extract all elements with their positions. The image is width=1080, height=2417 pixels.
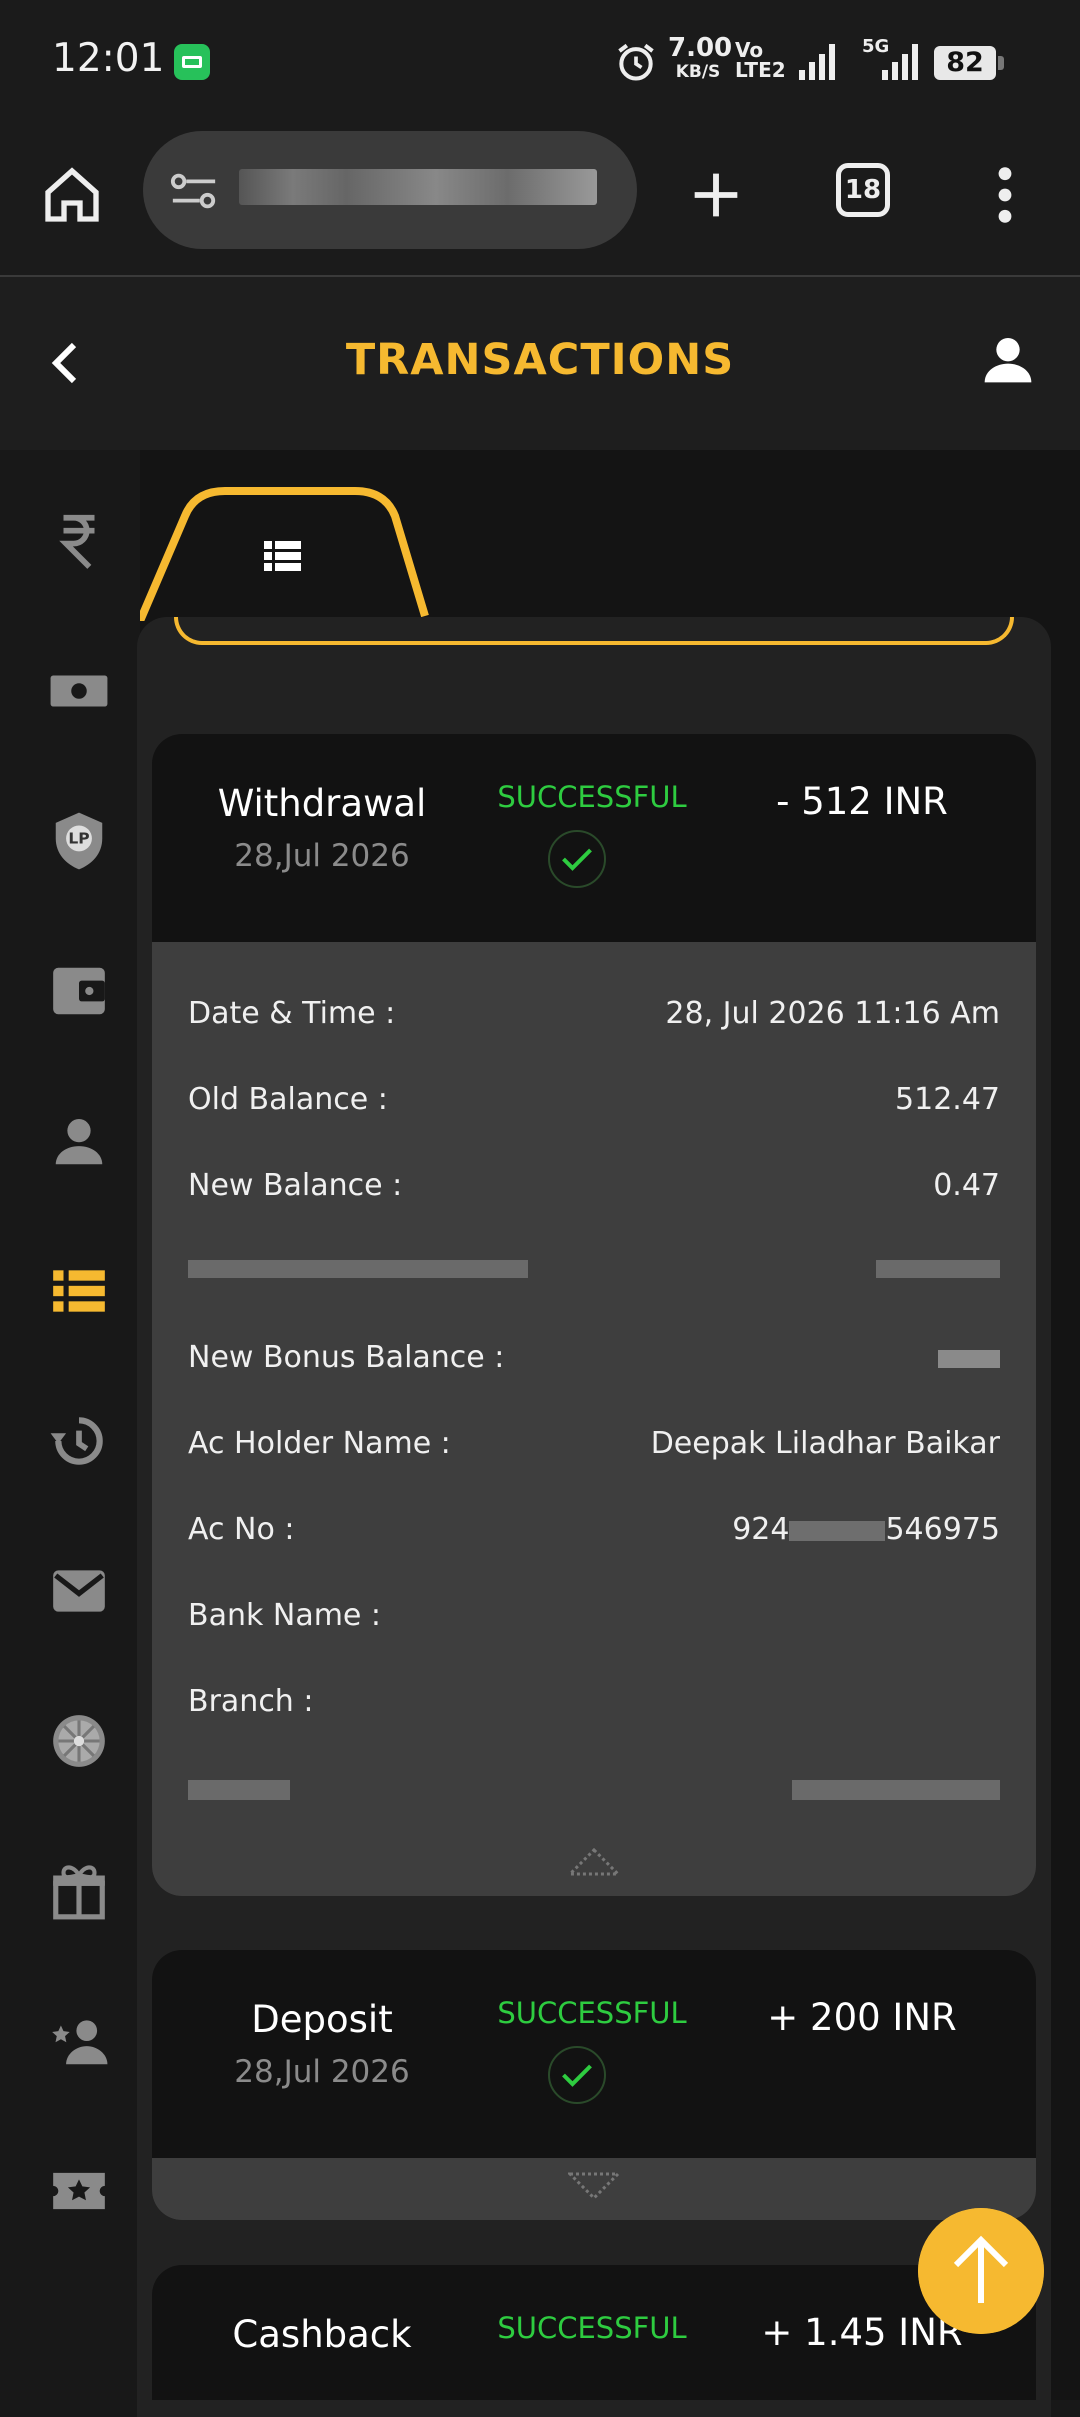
redacted-value: [938, 1350, 1000, 1368]
app-header: TRANSACTIONS: [0, 277, 1080, 450]
user-icon[interactable]: [48, 1110, 110, 1172]
detail-row: Ac No : 924 546975: [188, 1498, 1000, 1584]
gift-icon[interactable]: [48, 1860, 110, 1922]
list-view-icon: [264, 541, 301, 571]
transaction-status: SUCCESSFUL: [497, 1996, 687, 2030]
transaction-details: Date & Time : 28, Jul 2026 11:16 Am Old …: [152, 942, 1036, 1896]
detail-row: Old Balance : 512.47: [188, 1068, 1000, 1154]
signal-icon: [799, 44, 835, 80]
account-number: 924 546975: [732, 1512, 1000, 1547]
detail-label: Ac Holder Name :: [188, 1426, 451, 1461]
url-redacted: [239, 169, 597, 205]
detail-value: 0.47: [933, 1168, 1000, 1203]
history-icon[interactable]: [48, 1410, 110, 1472]
transaction-summary[interactable]: Deposit 28,Jul 2026 SUCCESSFUL + 200 INR: [152, 1950, 1036, 2158]
redacted-label: [188, 1780, 290, 1800]
redacted-value: [876, 1260, 1000, 1278]
site-settings-icon[interactable]: [169, 171, 219, 211]
wallet-icon[interactable]: [48, 960, 110, 1022]
transactions-list-icon[interactable]: [48, 1260, 110, 1322]
tab-list-view[interactable]: [140, 486, 440, 621]
profile-icon[interactable]: [980, 331, 1036, 387]
transaction-status: SUCCESSFUL: [497, 2311, 687, 2345]
more-menu-icon[interactable]: [990, 163, 1020, 227]
detail-row: New Bonus Balance :: [188, 1326, 1000, 1412]
expand-icon[interactable]: [568, 2172, 620, 2202]
transaction-card[interactable]: Deposit 28,Jul 2026 SUCCESSFUL + 200 INR: [152, 1950, 1036, 2220]
sidebar: LP: [0, 450, 140, 2400]
transaction-amount: + 200 INR: [767, 1996, 957, 2039]
detail-row: Ac Holder Name : Deepak Liladhar Baikar: [188, 1412, 1000, 1498]
redacted-label: [188, 1260, 528, 1278]
detail-label: Old Balance :: [188, 1082, 388, 1117]
net-speed: 7.00 KB/S: [668, 33, 733, 82]
expand-bar[interactable]: [152, 2158, 1036, 2220]
detail-label: Ac No :: [188, 1512, 295, 1547]
transaction-date: 28,Jul 2026: [234, 2054, 410, 2090]
mail-icon[interactable]: [48, 1560, 110, 1622]
transaction-type: Deposit: [251, 1998, 393, 2041]
new-tab-icon[interactable]: [684, 163, 748, 227]
detail-row: New Balance : 0.47: [188, 1154, 1000, 1240]
alarm-icon: [618, 43, 654, 81]
detail-value: 512.47: [895, 1082, 1000, 1117]
check-icon: [548, 2046, 606, 2104]
detail-label: Bank Name :: [188, 1598, 382, 1633]
browser-toolbar: 18: [0, 125, 1080, 277]
transaction-amount: - 512 INR: [776, 780, 948, 823]
transaction-summary[interactable]: Withdrawal 28,Jul 2026 SUCCESSFUL - 512 …: [152, 734, 1036, 942]
wallet-notification-icon: [174, 44, 210, 80]
transaction-type: Cashback: [232, 2313, 412, 2356]
detail-row-redacted: [188, 1240, 1000, 1326]
transaction-card[interactable]: Withdrawal 28,Jul 2026 SUCCESSFUL - 512 …: [152, 734, 1036, 1896]
detail-value: 28, Jul 2026 11:16 Am: [665, 996, 1000, 1031]
transaction-date: 28,Jul 2026: [234, 838, 410, 874]
svg-text:LP: LP: [68, 830, 89, 848]
detail-label: Branch :: [188, 1684, 314, 1719]
redacted-value: [792, 1780, 1000, 1800]
home-icon[interactable]: [40, 163, 104, 227]
scroll-to-top-button[interactable]: [918, 2208, 1044, 2334]
transaction-card[interactable]: Cashback SUCCESSFUL + 1.45 INR: [152, 2265, 1036, 2400]
signal-5g-icon: [882, 44, 918, 80]
detail-row: Date & Time : 28, Jul 2026 11:16 Am: [188, 982, 1000, 1068]
lp-shield-icon[interactable]: LP: [48, 810, 110, 872]
transaction-summary[interactable]: Cashback SUCCESSFUL + 1.45 INR: [152, 2265, 1036, 2400]
detail-label: Date & Time :: [188, 996, 396, 1031]
detail-label: New Bonus Balance :: [188, 1340, 505, 1375]
collapse-icon[interactable]: [568, 1846, 620, 1876]
cash-icon[interactable]: [48, 660, 110, 722]
rupee-icon[interactable]: [48, 510, 110, 572]
check-icon: [548, 830, 606, 888]
spin-wheel-icon[interactable]: [48, 1710, 110, 1772]
transaction-status: SUCCESSFUL: [497, 780, 687, 814]
page-title: TRANSACTIONS: [345, 335, 735, 385]
status-time: 12:01: [52, 36, 165, 81]
tab-switcher-button[interactable]: 18: [836, 163, 890, 217]
detail-row: Branch :: [188, 1670, 1000, 1756]
detail-row: Bank Name :: [188, 1584, 1000, 1670]
detail-label: New Balance :: [188, 1168, 403, 1203]
battery-icon: 82: [934, 46, 1004, 80]
refer-friend-icon[interactable]: [48, 2010, 110, 2072]
transaction-type: Withdrawal: [217, 782, 427, 825]
status-bar: 12:01 7.00 KB/S Vo LTE2 5G 82: [0, 0, 1080, 125]
rewards-ticket-icon[interactable]: [48, 2160, 110, 2222]
detail-value: Deepak Liladhar Baikar: [650, 1426, 1000, 1461]
url-bar[interactable]: [143, 131, 637, 249]
panel-accent-line: [174, 617, 1014, 645]
detail-row-redacted: [188, 1756, 1000, 1842]
volte-indicator: Vo LTE2: [735, 38, 786, 82]
